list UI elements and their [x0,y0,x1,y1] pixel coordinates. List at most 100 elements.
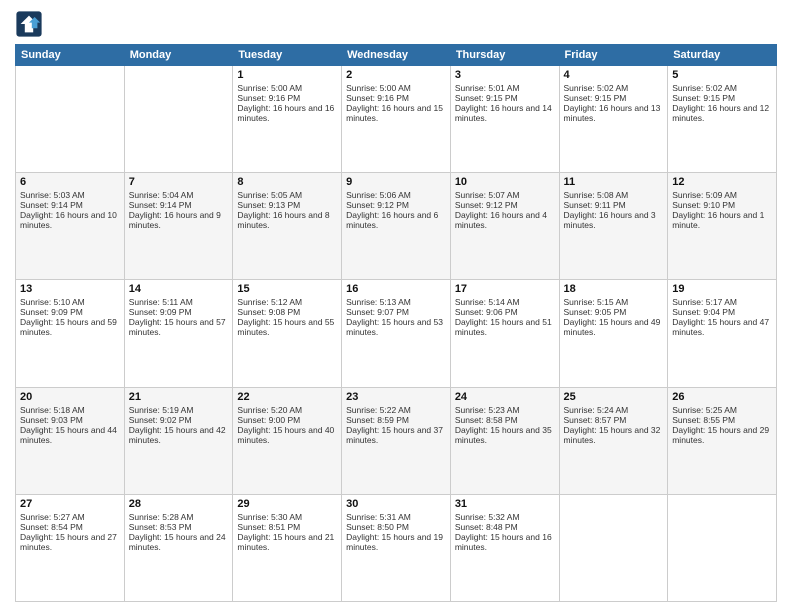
sunset-text: Sunset: 9:02 PM [129,415,229,425]
daylight-text: Daylight: 16 hours and 8 minutes. [237,210,337,230]
calendar-cell [668,494,777,601]
day-number: 2 [346,69,446,81]
calendar-cell: 16Sunrise: 5:13 AMSunset: 9:07 PMDayligh… [342,280,451,387]
daylight-text: Daylight: 16 hours and 9 minutes. [129,210,229,230]
daylight-text: Daylight: 15 hours and 29 minutes. [672,425,772,445]
calendar-cell: 7 Sunrise: 5:04 AMSunset: 9:14 PMDaylight… [124,173,233,280]
logo [15,10,47,38]
day-number: 28 [129,498,229,510]
daylight-text: Daylight: 15 hours and 32 minutes. [564,425,664,445]
calendar-cell: 13 Sunrise: 5:10 AMSunset: 9:09 PMDayligh… [16,280,125,387]
daylight-text: Daylight: 15 hours and 24 minutes. [129,532,229,552]
sunset-text: Sunset: 9:06 PM [455,307,555,317]
day-number: 7 [129,176,229,188]
day-number: 17 [455,283,555,295]
sunset-text: Sunset: 9:09 PM [20,307,120,317]
day-number: 18 [564,283,664,295]
sunset-text: Sunset: 9:15 PM [672,93,772,103]
sunset-text: Sunset: 8:50 PM [346,522,446,532]
calendar-cell: 21 Sunrise: 5:19 AMSunset: 9:02 PMDayligh… [124,387,233,494]
sunset-text: Sunset: 8:54 PM [20,522,120,532]
sunrise-text: Sunrise: 5:17 AM [672,297,772,307]
sunset-text: Sunset: 8:55 PM [672,415,772,425]
sunset-text: Sunset: 9:15 PM [564,93,664,103]
sunset-text: Sunset: 9:03 PM [20,415,120,425]
daylight-text: Daylight: 16 hours and 6 minutes. [346,210,446,230]
sunrise-text: Sunrise: 5:10 AM [20,297,120,307]
sunrise-text: Sunrise: 5:04 AM [129,190,229,200]
logo-icon [15,10,43,38]
calendar-cell: 8Sunrise: 5:05 AMSunset: 9:13 PMDaylight… [233,173,342,280]
day-number: 6 [20,176,120,188]
calendar-cell: 11Sunrise: 5:08 AMSunset: 9:11 PMDayligh… [559,173,668,280]
day-number: 1 [237,69,337,81]
day-number: 21 [129,391,229,403]
day-number: 11 [564,176,664,188]
sunset-text: Sunset: 9:08 PM [237,307,337,317]
calendar-cell: 14Sunrise: 5:11 AMSunset: 9:09 PMDayligh… [124,280,233,387]
sunrise-text: Sunrise: 5:30 AM [237,512,337,522]
calendar-cell: 28Sunrise: 5:28 AMSunset: 8:53 PMDayligh… [124,494,233,601]
sunrise-text: Sunrise: 5:02 AM [672,83,772,93]
daylight-text: Daylight: 16 hours and 4 minutes. [455,210,555,230]
calendar-header-wednesday: Wednesday [342,45,451,66]
daylight-text: Daylight: 15 hours and 42 minutes. [129,425,229,445]
day-number: 5 [672,69,772,81]
calendar-week-row: 27Sunrise: 5:27 AMSunset: 8:54 PMDayligh… [16,494,777,601]
sunset-text: Sunset: 9:13 PM [237,200,337,210]
sunset-text: Sunset: 9:14 PM [129,200,229,210]
day-number: 19 [672,283,772,295]
daylight-text: Daylight: 15 hours and 40 minutes. [237,425,337,445]
calendar-week-row: 6Sunrise: 5:03 AMSunset: 9:14 PMDaylight… [16,173,777,280]
calendar-cell: 22Sunrise: 5:20 AMSunset: 9:00 PMDayligh… [233,387,342,494]
header [15,10,777,38]
daylight-text: Daylight: 15 hours and 27 minutes. [20,532,120,552]
calendar-header-row: SundayMondayTuesdayWednesdayThursdayFrid… [16,45,777,66]
daylight-text: Daylight: 15 hours and 57 minutes. [129,317,229,337]
calendar-cell: 23Sunrise: 5:22 AMSunset: 8:59 PMDayligh… [342,387,451,494]
daylight-text: Daylight: 15 hours and 53 minutes. [346,317,446,337]
day-number: 30 [346,498,446,510]
sunrise-text: Sunrise: 5:11 AM [129,297,229,307]
sunrise-text: Sunrise: 5:22 AM [346,405,446,415]
daylight-text: Daylight: 16 hours and 13 minutes. [564,103,664,123]
daylight-text: Daylight: 15 hours and 49 minutes. [564,317,664,337]
calendar-cell [16,66,125,173]
day-number: 8 [237,176,337,188]
sunrise-text: Sunrise: 5:09 AM [672,190,772,200]
day-number: 13 [20,283,120,295]
calendar-header-sunday: Sunday [16,45,125,66]
day-number: 4 [564,69,664,81]
sunrise-text: Sunrise: 5:14 AM [455,297,555,307]
sunset-text: Sunset: 8:58 PM [455,415,555,425]
sunset-text: Sunset: 8:59 PM [346,415,446,425]
calendar-cell: 24Sunrise: 5:23 AMSunset: 8:58 PMDayligh… [450,387,559,494]
calendar-cell: 5 Sunrise: 5:02 AMSunset: 9:15 PMDaylight… [668,66,777,173]
calendar-week-row: 1Sunrise: 5:00 AMSunset: 9:16 PMDaylight… [16,66,777,173]
day-number: 31 [455,498,555,510]
calendar-cell: 10Sunrise: 5:07 AMSunset: 9:12 PMDayligh… [450,173,559,280]
sunrise-text: Sunrise: 5:28 AM [129,512,229,522]
calendar-cell: 4Sunrise: 5:02 AMSunset: 9:15 PMDaylight… [559,66,668,173]
sunrise-text: Sunrise: 5:24 AM [564,405,664,415]
day-number: 9 [346,176,446,188]
sunrise-text: Sunrise: 5:19 AM [129,405,229,415]
daylight-text: Daylight: 15 hours and 59 minutes. [20,317,120,337]
daylight-text: Daylight: 16 hours and 10 minutes. [20,210,120,230]
day-number: 29 [237,498,337,510]
day-number: 12 [672,176,772,188]
day-number: 10 [455,176,555,188]
calendar-cell: 27Sunrise: 5:27 AMSunset: 8:54 PMDayligh… [16,494,125,601]
daylight-text: Daylight: 16 hours and 12 minutes. [672,103,772,123]
sunrise-text: Sunrise: 5:13 AM [346,297,446,307]
calendar-header-tuesday: Tuesday [233,45,342,66]
calendar-cell: 12Sunrise: 5:09 AMSunset: 9:10 PMDayligh… [668,173,777,280]
daylight-text: Daylight: 15 hours and 21 minutes. [237,532,337,552]
calendar-cell: 26 Sunrise: 5:25 AMSunset: 8:55 PMDayligh… [668,387,777,494]
sunset-text: Sunset: 9:04 PM [672,307,772,317]
calendar-header-monday: Monday [124,45,233,66]
day-number: 26 [672,391,772,403]
day-number: 15 [237,283,337,295]
sunrise-text: Sunrise: 5:25 AM [672,405,772,415]
sunset-text: Sunset: 8:48 PM [455,522,555,532]
